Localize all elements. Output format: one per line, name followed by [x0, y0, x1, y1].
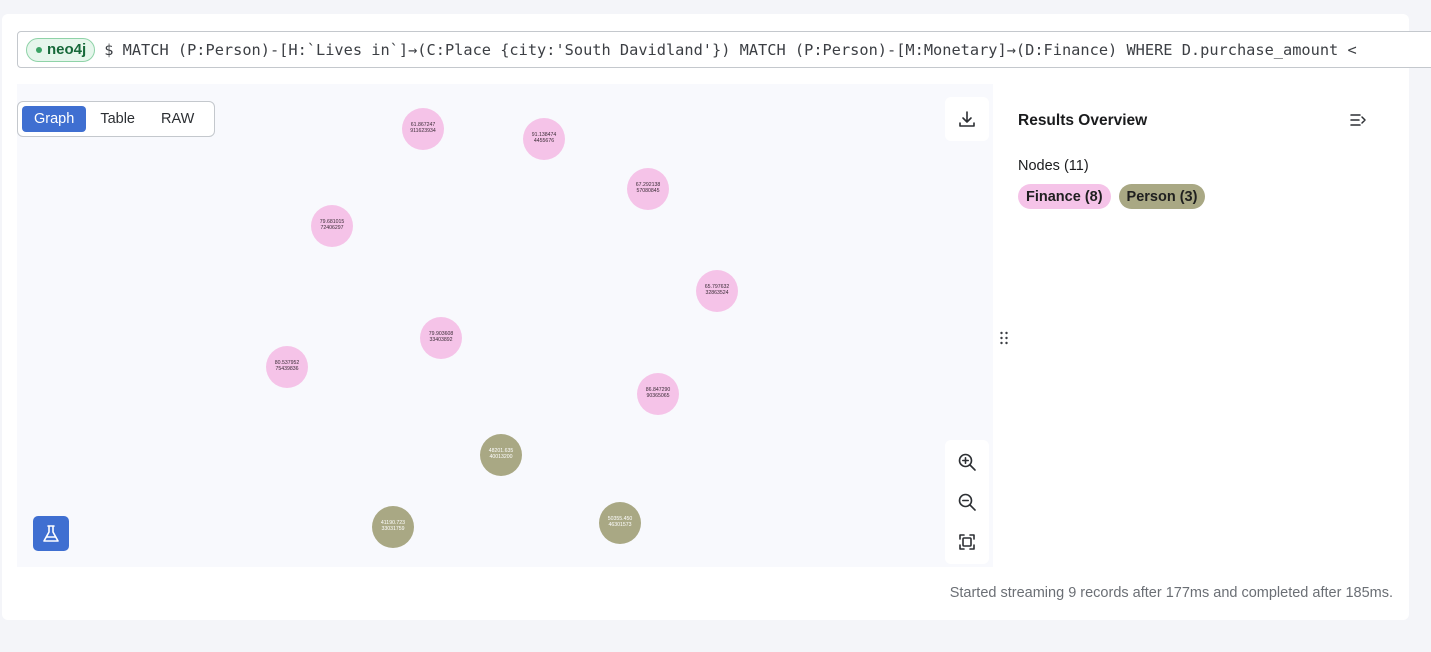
tab-table[interactable]: Table	[88, 106, 147, 132]
flask-icon	[43, 524, 59, 542]
node-caption: 33031759	[381, 526, 405, 532]
drag-handle-icon	[1000, 331, 1008, 345]
label-pill-person[interactable]: Person (3)	[1118, 184, 1206, 209]
graph-node-finance[interactable]: 79.903608 33403892	[420, 317, 462, 359]
graph-node-finance[interactable]: 79.681015 72406297	[311, 205, 353, 247]
node-labels-list: Finance (8) Person (3)	[1018, 184, 1206, 209]
graph-canvas[interactable]	[17, 84, 993, 567]
node-caption: 4455676	[533, 138, 555, 144]
node-caption: 32863524	[705, 290, 729, 296]
status-message: Started streaming 9 records after 177ms …	[949, 585, 1393, 601]
zoom-to-fit-button[interactable]	[955, 530, 979, 554]
graph-node-person[interactable]: 48201.635 40013200	[480, 434, 522, 476]
download-button[interactable]	[945, 97, 989, 141]
zoom-out-icon	[958, 493, 976, 511]
database-name: neo4j	[47, 41, 87, 58]
database-badge[interactable]: neo4j	[26, 37, 96, 62]
results-overview-title: Results Overview	[1018, 112, 1148, 129]
panel-resize-handle[interactable]	[999, 330, 1009, 346]
graph-node-person[interactable]: 50355.450 46301573	[599, 502, 641, 544]
node-caption: 33403892	[429, 337, 453, 343]
view-switcher: Graph Table RAW	[17, 101, 215, 137]
zoom-to-fit-icon	[959, 534, 975, 550]
graph-node-finance[interactable]: 91.138474 4455676	[523, 118, 565, 160]
download-icon	[959, 111, 975, 127]
zoom-in-button[interactable]	[955, 450, 979, 474]
tab-graph[interactable]: Graph	[22, 106, 87, 132]
collapse-panel-button[interactable]	[1347, 110, 1369, 130]
node-caption: 40013200	[489, 454, 513, 460]
zoom-controls	[945, 440, 989, 564]
node-caption: 911623934	[410, 128, 436, 134]
graph-node-finance[interactable]: 86.847290 90365065	[637, 373, 679, 415]
graph-node-finance[interactable]: 61.867247 911623934	[402, 108, 444, 150]
query-text[interactable]: $ MATCH (P:Person)-[H:`Lives in`]→(C:Pla…	[104, 41, 1357, 59]
query-bar[interactable]: neo4j $ MATCH (P:Person)-[H:`Lives in`]→…	[17, 31, 1431, 68]
sandbox-button[interactable]	[33, 516, 69, 551]
node-caption: 46301573	[608, 522, 632, 528]
graph-node-finance[interactable]: 65.797632 32863524	[696, 270, 738, 312]
zoom-in-icon	[958, 453, 976, 471]
graph-node-finance[interactable]: 67.292138 57080845	[627, 168, 669, 210]
node-caption: 90365065	[646, 393, 670, 399]
node-caption: 75439836	[275, 366, 299, 372]
graph-node-person[interactable]: 41190.723 33031759	[372, 506, 414, 548]
graph-node-finance[interactable]: 80.537952 75439836	[266, 346, 308, 388]
collapse-panel-icon	[1350, 114, 1366, 126]
node-caption: 57080845	[636, 188, 660, 194]
node-caption: 72406297	[320, 225, 344, 231]
connection-status-dot	[36, 46, 42, 53]
label-pill-finance[interactable]: Finance (8)	[1018, 184, 1111, 209]
tab-raw[interactable]: RAW	[149, 106, 206, 132]
nodes-count-label: Nodes (11)	[1018, 158, 1089, 174]
zoom-out-button[interactable]	[955, 490, 979, 514]
